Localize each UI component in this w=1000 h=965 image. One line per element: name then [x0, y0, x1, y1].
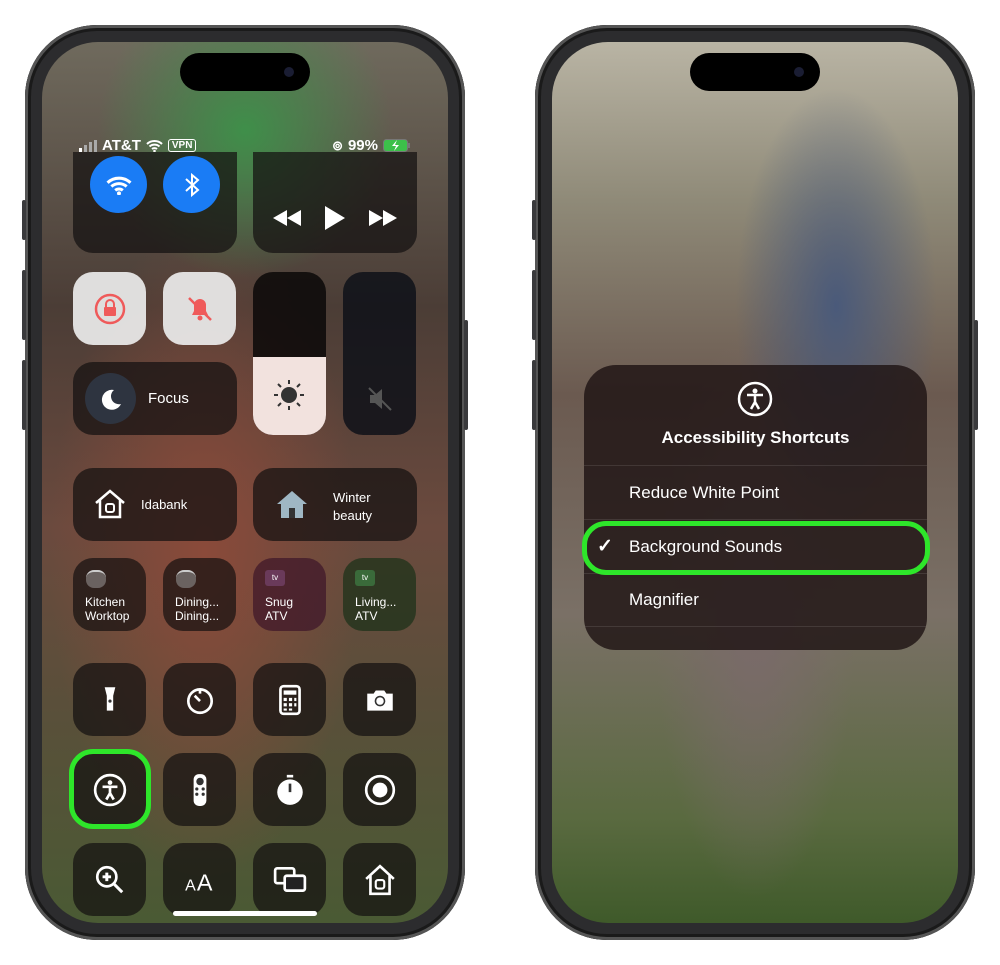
accessory-tile[interactable]: Kitchen Worktop: [73, 558, 146, 631]
timer-icon: [186, 687, 213, 714]
orientation-lock-icon: [94, 293, 125, 324]
home-button[interactable]: [343, 843, 416, 916]
accessory-name: Living...: [355, 595, 397, 609]
home-indicator[interactable]: [173, 911, 317, 916]
appletv-icon: tv: [355, 570, 375, 586]
screen-recording-button[interactable]: [343, 753, 416, 826]
accessory-room: Worktop: [85, 609, 130, 623]
home-scene-winter-beauty[interactable]: Winter beauty: [253, 468, 417, 541]
screen-mirroring-icon: [273, 866, 306, 892]
accessory-name: Dining...: [175, 595, 220, 609]
accessory-name: Snug: [265, 595, 294, 609]
accessory-tile[interactable]: tv Living... ATV: [343, 558, 416, 631]
stopwatch-icon: [276, 774, 303, 805]
house-icon: [277, 491, 307, 518]
screen-mirroring-button[interactable]: [253, 843, 326, 916]
wifi-toggle[interactable]: [90, 156, 147, 213]
home-label-line2: beauty: [333, 508, 373, 523]
text-size-icon: AA: [185, 869, 213, 895]
appletv-icon: tv: [265, 570, 285, 586]
calculator-button[interactable]: [253, 663, 326, 736]
menu-item-reduce-white-point[interactable]: Reduce White Point: [584, 465, 927, 519]
svg-text:A: A: [196, 869, 212, 895]
accessibility-highlight: [69, 749, 151, 829]
play-icon[interactable]: [325, 205, 345, 230]
accessory-room: ATV: [355, 609, 378, 623]
dynamic-island: [690, 53, 820, 91]
fast-forward-icon[interactable]: [369, 209, 397, 226]
right-phone: Accessibility Shortcuts Reduce White Poi…: [532, 25, 978, 940]
menu-title: Accessibility Shortcuts: [661, 428, 850, 447]
accessibility-shortcuts-screen: Accessibility Shortcuts Reduce White Poi…: [552, 42, 958, 923]
stopwatch-button[interactable]: [253, 753, 326, 826]
home-icon: [364, 863, 395, 895]
timer-button[interactable]: [163, 663, 236, 736]
bluetooth-icon: [184, 172, 200, 197]
bell-slash-icon: [187, 296, 212, 321]
wifi-icon: [105, 176, 132, 195]
magnifier-icon: [95, 865, 123, 893]
moon-icon: [85, 373, 136, 424]
focus-button[interactable]: Focus: [73, 362, 237, 435]
accessory-room: Dining...: [175, 609, 220, 623]
focus-label: Focus: [148, 390, 189, 407]
homepod-icon: [86, 570, 106, 588]
left-phone: AT&T VPN ⊚ 99% Focus Idabank Winter beau…: [22, 25, 468, 940]
orientation-lock-button[interactable]: [73, 272, 146, 345]
accessory-tile[interactable]: tv Snug ATV: [253, 558, 326, 631]
calculator-icon: [278, 684, 301, 715]
screen-recording-icon: [364, 774, 395, 805]
accessibility-icon: [737, 381, 773, 417]
home-icon: [95, 489, 125, 519]
sun-icon: [274, 380, 304, 410]
background-sounds-highlight: [582, 521, 930, 575]
text-size-button[interactable]: AA: [163, 843, 236, 916]
brightness-slider[interactable]: [253, 272, 326, 435]
control-center-screen: AT&T VPN ⊚ 99% Focus Idabank Winter beau…: [42, 42, 448, 923]
speaker-muted-icon: [367, 387, 392, 411]
volume-slider[interactable]: [343, 272, 416, 435]
accessory-tile[interactable]: Dining... Dining...: [163, 558, 236, 631]
home-label-line1: Winter: [333, 490, 371, 505]
camera-icon: [366, 689, 393, 711]
battery-charging-icon: [383, 139, 410, 152]
home-label: Idabank: [141, 497, 188, 512]
magnifier-button[interactable]: [73, 843, 146, 916]
apple-tv-remote-icon: [193, 773, 206, 806]
flashlight-icon: [104, 686, 115, 711]
signal-icon: [79, 139, 97, 152]
vpn-badge: VPN: [167, 139, 197, 152]
home-scene-idabank[interactable]: Idabank: [73, 468, 237, 541]
accessibility-shortcuts-menu: Accessibility Shortcuts Reduce White Poi…: [584, 365, 927, 650]
svg-text:A: A: [185, 877, 196, 894]
accessory-name: Kitchen: [85, 595, 126, 609]
rewind-icon[interactable]: [273, 209, 301, 226]
wifi-icon: [146, 140, 163, 152]
menu-item-magnifier[interactable]: Magnifier: [584, 573, 927, 627]
camera-button[interactable]: [343, 663, 416, 736]
homepod-icon: [176, 570, 196, 588]
dynamic-island: [180, 53, 310, 91]
accessory-room: ATV: [265, 609, 288, 623]
flashlight-button[interactable]: [73, 663, 146, 736]
media-tile: [253, 152, 417, 253]
bluetooth-toggle[interactable]: [163, 156, 220, 213]
apple-tv-remote-button[interactable]: [163, 753, 236, 826]
silent-mode-button[interactable]: [163, 272, 236, 345]
